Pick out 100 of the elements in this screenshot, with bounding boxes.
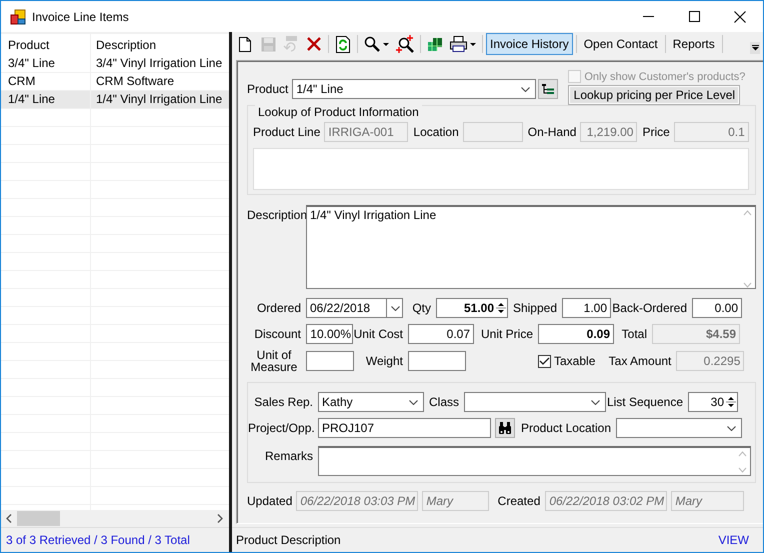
- unit-cost-field[interactable]: 0.07: [408, 324, 474, 344]
- field-label: Remarks: [264, 448, 314, 463]
- chevron-down-icon: [521, 86, 530, 92]
- unit-of-measure-field[interactable]: [306, 351, 354, 371]
- grid-cell: 3/4" Line: [1, 55, 91, 72]
- field-label: Product Line: [253, 125, 320, 139]
- created-date-field[interactable]: 06/22/2018 03:02 PM: [545, 491, 668, 511]
- group-title: Lookup of Product Information: [255, 105, 422, 119]
- on-hand-field[interactable]: 1,219.00: [580, 122, 638, 142]
- scroll-thumb[interactable]: [17, 511, 60, 526]
- sales-rep-dropdown[interactable]: Kathy: [318, 392, 424, 412]
- weight-field[interactable]: [408, 351, 466, 371]
- date-picker[interactable]: 06/22/2018: [306, 298, 403, 318]
- column-header[interactable]: Product: [1, 34, 91, 55]
- escape-undo-icon: [283, 36, 299, 52]
- refresh-icon: [336, 36, 350, 52]
- horizontal-scrollbar[interactable]: [1, 510, 229, 528]
- close-icon: [734, 10, 746, 22]
- taxable-checkbox[interactable]: [538, 354, 551, 368]
- field-label: Product Location: [520, 421, 612, 435]
- scroll-right-icon: [217, 514, 223, 523]
- spin-arrows-icon: [496, 301, 506, 315]
- field-label: Price: [642, 125, 670, 139]
- tree-list-icon: [542, 84, 554, 94]
- overflow-arrow-icon: [752, 45, 758, 51]
- field-label: Qty: [411, 301, 432, 315]
- updated-by-field[interactable]: Mary: [422, 491, 490, 511]
- dropdown-arrow-icon: [383, 42, 389, 46]
- product-location-dropdown[interactable]: [616, 418, 742, 438]
- field-label: Unit Price: [480, 327, 534, 341]
- spin-arrows-icon: [726, 395, 736, 409]
- location-field[interactable]: [462, 122, 523, 142]
- field-label: Discount: [253, 327, 302, 341]
- toolbar-button[interactable]: Reports: [668, 33, 719, 55]
- grid-row[interactable]: 1/4" Line 1/4" Vinyl Irrigation Line: [1, 91, 229, 109]
- field-label: Shipped: [512, 301, 558, 315]
- field-label: Class: [428, 395, 460, 409]
- total-field[interactable]: $4.59: [652, 324, 740, 344]
- price-field[interactable]: 0.1: [674, 122, 749, 142]
- binoculars-icon: [498, 422, 512, 434]
- back-ordered-field[interactable]: 0.00: [692, 298, 742, 318]
- document-icon: [239, 36, 251, 52]
- printer-icon: [450, 36, 467, 52]
- grid-cell-text: 1/4" Vinyl Irrigation Line: [95, 91, 224, 108]
- column-header[interactable]: Description: [91, 34, 229, 55]
- grid-row[interactable]: 3/4" Line 3/4" Vinyl Irrigation Line: [1, 55, 229, 73]
- record-count: 3 of 3 Retrieved / 3 Found / 3 Total: [6, 533, 190, 547]
- toolbar-button[interactable]: Invoice History: [486, 33, 573, 55]
- unit-price-field[interactable]: 0.09: [538, 324, 614, 344]
- search-icon: [364, 36, 380, 52]
- field-label: Project/Opp.: [248, 421, 316, 435]
- created-by-field[interactable]: Mary: [671, 491, 744, 511]
- chevron-down-icon: [727, 426, 736, 430]
- find-button[interactable]: [495, 418, 515, 438]
- toolbar-overflow-button[interactable]: [750, 42, 760, 54]
- product-line-field[interactable]: IRRIGA-001: [324, 122, 408, 142]
- field-label: On-Hand: [528, 125, 576, 139]
- delete-icon: [307, 37, 321, 51]
- field-label: Unit of Measure: [250, 349, 298, 373]
- field-label: Weight: [364, 354, 404, 368]
- quantity-spinner[interactable]: 51.00: [436, 298, 508, 318]
- grid-cell-text: 3/4" Vinyl Irrigation Line: [95, 55, 224, 72]
- lookup-pricing-button[interactable]: Lookup pricing per Price Level: [568, 85, 740, 105]
- grid-cell: 1/4" Line: [1, 91, 91, 108]
- checkbox-label: Only show Customer's products?: [584, 70, 746, 82]
- discount-field[interactable]: 10.00%: [306, 324, 353, 344]
- tree-view-button[interactable]: [538, 79, 558, 99]
- status-text: Product Description: [236, 533, 341, 547]
- description-field[interactable]: 1/4" Vinyl Irrigation Line: [306, 205, 756, 289]
- scroll-left-icon: [6, 514, 12, 523]
- field-label: Created: [496, 494, 542, 508]
- search-plus-icon: [396, 35, 414, 53]
- grid-cell: CRM: [1, 73, 91, 90]
- chevron-down-icon: [391, 306, 400, 310]
- minimize-icon: [642, 16, 654, 18]
- chevron-down-icon: [409, 400, 418, 404]
- class-dropdown[interactable]: [464, 392, 606, 412]
- mode-indicator: VIEW: [718, 533, 749, 547]
- list-sequence-spinner[interactable]: 30: [688, 392, 738, 412]
- toolbar-button[interactable]: Open Contact: [580, 33, 662, 55]
- scroll-arrows-icon: [742, 209, 752, 289]
- field-label: Updated: [247, 494, 292, 508]
- field-label: Product: [247, 82, 288, 96]
- field-label: Back-Ordered: [611, 301, 688, 315]
- product-dropdown[interactable]: 1/4" Line: [292, 79, 536, 99]
- scroll-arrows-icon: [738, 450, 747, 474]
- chevron-down-icon: [591, 400, 600, 404]
- field-label: List Sequence: [606, 395, 684, 409]
- dropdown-arrow-icon: [470, 42, 476, 46]
- remarks-field[interactable]: [318, 446, 751, 476]
- field-label: Sales Rep.: [253, 395, 314, 409]
- print-button[interactable]: [447, 33, 479, 55]
- field-label: Location: [413, 125, 459, 139]
- maximize-icon: [688, 11, 700, 22]
- field-label: Total: [620, 327, 648, 341]
- project-field[interactable]: PROJ107: [318, 418, 491, 438]
- field-label: Description: [247, 207, 306, 222]
- shipped-field[interactable]: 1.00: [562, 298, 611, 318]
- updated-date-field[interactable]: 06/22/2018 03:03 PM: [296, 491, 418, 511]
- tax-amount-field[interactable]: 0.2295: [676, 351, 744, 371]
